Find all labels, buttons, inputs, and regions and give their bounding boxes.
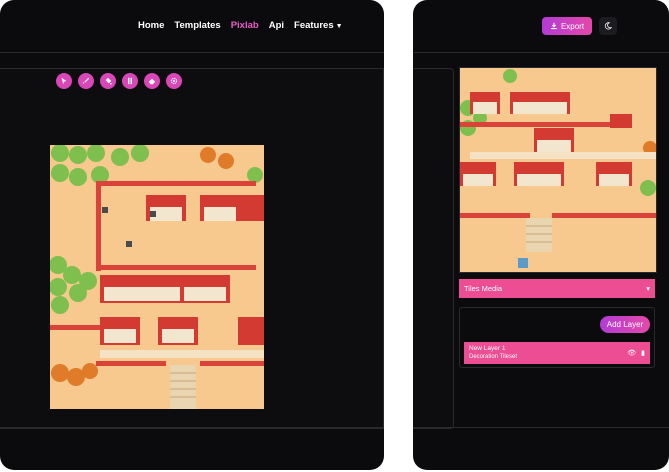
nav-api[interactable]: Api [269, 20, 284, 31]
layer-tileset: Decoration Tileset [469, 354, 518, 360]
eraser-icon[interactable] [144, 73, 160, 89]
map-preview [459, 67, 657, 273]
nav-features[interactable]: Features ▼ [294, 20, 343, 31]
chevron-down-icon: ▼ [335, 23, 343, 30]
editor-window: Home Templates Pixlab Api Features ▼ [0, 0, 384, 470]
add-layer-button[interactable]: Add Layer [600, 316, 650, 333]
nav-templates[interactable]: Templates [174, 20, 220, 31]
tiles-media-label: Tiles Media [464, 284, 503, 293]
export-label: Export [560, 21, 585, 31]
columns-icon[interactable] [122, 73, 138, 89]
moon-icon [604, 22, 612, 30]
footer-divider [0, 427, 384, 428]
layer-actions: 👁 ▮ [627, 349, 645, 357]
cursor-icon[interactable] [56, 73, 72, 89]
sidebar-window: Export Tiles Media ▾ Add Layer New Layer… [413, 0, 669, 470]
tiles-media-dropdown[interactable]: Tiles Media ▾ [459, 279, 655, 298]
nav-home[interactable]: Home [138, 20, 164, 31]
theme-toggle-button[interactable] [599, 17, 617, 35]
header-divider-right [413, 52, 669, 53]
chevron-down-icon: ▾ [646, 284, 650, 293]
download-icon [551, 22, 557, 30]
export-button[interactable]: Export [542, 17, 592, 35]
header-divider [0, 52, 384, 53]
fill-icon[interactable] [100, 73, 116, 89]
settings-icon[interactable] [166, 73, 182, 89]
tool-bar [56, 73, 182, 89]
layer-item[interactable]: New Layer 1 Decoration Tileset 👁 ▮ [464, 342, 650, 364]
footer-divider-right [413, 427, 669, 428]
add-layer-label: Add Layer [606, 320, 644, 329]
eye-icon[interactable]: 👁 [627, 349, 636, 357]
brush-icon[interactable] [78, 73, 94, 89]
main-nav: Home Templates Pixlab Api Features ▼ [138, 20, 343, 31]
canvas-panel-edge [413, 68, 454, 429]
nav-pixlab[interactable]: Pixlab [231, 20, 259, 31]
layer-name: New Layer 1 [469, 345, 506, 352]
nav-features-label: Features [294, 20, 334, 31]
trash-icon[interactable]: ▮ [641, 349, 645, 357]
layers-panel: Add Layer New Layer 1 Decoration Tileset… [459, 307, 655, 368]
map-canvas[interactable] [50, 145, 264, 409]
